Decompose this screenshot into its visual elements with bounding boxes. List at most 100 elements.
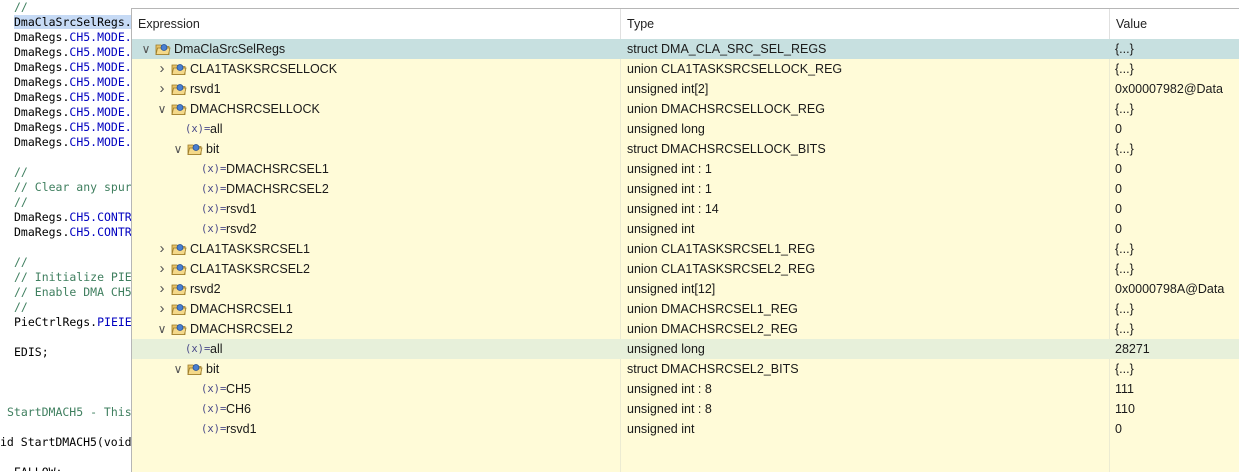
- struct-icon: [187, 364, 203, 375]
- code-editor[interactable]: //DmaClaSrcSelRegs. DmaRegs.CH5.MODE. DmaR…: [0, 0, 140, 471]
- variable-icon: (x)=: [201, 163, 227, 175]
- code-text: DmaRegs.CH5.CONTR: [14, 210, 132, 224]
- expression-name: CH5: [226, 382, 252, 396]
- code-text: EALLOW;: [14, 465, 62, 471]
- expression-value[interactable]: {...}: [1115, 359, 1239, 379]
- header-expression[interactable]: Expression: [132, 9, 620, 39]
- chevron-down-icon[interactable]: ∨: [172, 359, 184, 379]
- expression-type: union DMACHSRCSEL1_REG: [627, 302, 798, 316]
- expression-value[interactable]: {...}: [1115, 39, 1239, 59]
- tree-row[interactable]: ∨ DMACHSRCSEL2 union DMACHSRCSEL2_REG {...}: [132, 319, 1239, 339]
- struct-icon: [171, 64, 187, 75]
- code-line: // Enable DMA CH5: [14, 285, 132, 300]
- expression-value[interactable]: 0: [1115, 159, 1239, 179]
- chevron-right-icon[interactable]: ›: [156, 259, 168, 279]
- expression-value[interactable]: 0: [1115, 119, 1239, 139]
- variable-icon: (x)=: [185, 343, 211, 355]
- code-text: DmaRegs.CH5.MODE.: [14, 90, 132, 104]
- expression-value[interactable]: {...}: [1115, 239, 1239, 259]
- expression-value[interactable]: {...}: [1115, 299, 1239, 319]
- expression-value[interactable]: {...}: [1115, 139, 1239, 159]
- expression-value[interactable]: 0: [1115, 199, 1239, 219]
- chevron-down-icon[interactable]: ∨: [156, 99, 168, 119]
- expression-name: DMACHSRCSEL1: [226, 162, 329, 176]
- expression-value[interactable]: {...}: [1115, 99, 1239, 119]
- code-line: // Initialize PIE: [14, 270, 132, 285]
- chevron-down-icon[interactable]: ∨: [172, 139, 184, 159]
- struct-icon: [187, 144, 203, 155]
- code-text: DmaRegs.CH5.MODE.: [14, 45, 132, 59]
- chevron-right-icon[interactable]: ›: [156, 59, 168, 79]
- expression-value[interactable]: {...}: [1115, 319, 1239, 339]
- header-value[interactable]: Value: [1110, 9, 1239, 39]
- tree-row[interactable]: (x)= DMACHSRCSEL1 unsigned int : 1 0: [132, 159, 1239, 179]
- expression-name: bit: [206, 362, 220, 376]
- tree-row[interactable]: › rsvd2 unsigned int[12] 0x0000798A@Data: [132, 279, 1239, 299]
- expression-value[interactable]: 0x00007982@Data: [1115, 79, 1239, 99]
- expression-value[interactable]: {...}: [1115, 59, 1239, 79]
- expression-value[interactable]: 0: [1115, 419, 1239, 439]
- expression-value[interactable]: 0x0000798A@Data: [1115, 279, 1239, 299]
- code-field: CH5.MODE.: [69, 105, 132, 119]
- expression-name: DMACHSRCSEL1: [190, 302, 293, 316]
- chevron-right-icon[interactable]: ›: [156, 239, 168, 259]
- variable-icon: (x)=: [201, 403, 227, 415]
- tree-row[interactable]: (x)= CH6 unsigned int : 8 110: [132, 399, 1239, 419]
- expression-value[interactable]: {...}: [1115, 259, 1239, 279]
- tree-row[interactable]: › DMACHSRCSEL1 union DMACHSRCSEL1_REG {...}: [132, 299, 1239, 319]
- code-text: DmaClaSrcSelRegs.: [14, 15, 132, 29]
- code-line: EDIS;: [14, 345, 49, 360]
- tree-row[interactable]: (x)= rsvd2 unsigned int 0: [132, 219, 1239, 239]
- chevron-down-icon[interactable]: ∨: [140, 39, 152, 59]
- expression-name: bit: [206, 142, 220, 156]
- tree-row[interactable]: (x)= all unsigned long 28271: [132, 339, 1239, 359]
- tree-row[interactable]: › CLA1TASKSRCSEL1 union CLA1TASKSRCSEL1_RE…: [132, 239, 1239, 259]
- variable-icon: (x)=: [201, 203, 227, 215]
- tree-row[interactable]: ∨ bit struct DMACHSRCSEL2_BITS {...}: [132, 359, 1239, 379]
- expression-name: CLA1TASKSRCSELLOCK: [190, 62, 338, 76]
- tree-row[interactable]: ∨ DMACHSRCSELLOCK union DMACHSRCSELLOCK_RE…: [132, 99, 1239, 119]
- expression-value[interactable]: 111: [1115, 379, 1239, 399]
- code-field: CH5.MODE.: [69, 30, 132, 44]
- expression-name: all: [210, 342, 223, 356]
- expression-type: unsigned int : 1: [627, 182, 712, 196]
- code-text: //: [14, 165, 28, 179]
- header-type[interactable]: Type: [621, 9, 1109, 39]
- code-field: CH5.MODE.: [69, 90, 132, 104]
- tree-row[interactable]: › CLA1TASKSRCSELLOCK union CLA1TASKSRCSELL…: [132, 59, 1239, 79]
- tree-row[interactable]: › rsvd1 unsigned int[2] 0x00007982@Data: [132, 79, 1239, 99]
- chevron-right-icon[interactable]: ›: [156, 79, 168, 99]
- tree-row[interactable]: › CLA1TASKSRCSEL2 union CLA1TASKSRCSEL2_RE…: [132, 259, 1239, 279]
- chevron-right-icon[interactable]: ›: [156, 299, 168, 319]
- expression-name: rsvd2: [190, 282, 221, 296]
- expression-value[interactable]: 28271: [1115, 339, 1239, 359]
- expression-value[interactable]: 0: [1115, 179, 1239, 199]
- code-field: CH5.CONTR: [69, 225, 132, 239]
- tree-row[interactable]: ∨ DmaClaSrcSelRegs struct DMA_CLA_SRC_SEL_…: [132, 39, 1239, 59]
- expression-name: DMACHSRCSEL2: [190, 322, 293, 336]
- expressions-popup[interactable]: Expression Type Value ∨ DmaClaSrcSelRegs s…: [131, 8, 1239, 472]
- expression-value[interactable]: 0: [1115, 219, 1239, 239]
- code-field: CH5.MODE.: [69, 45, 132, 59]
- code-line: DmaRegs.CH5.MODE.: [14, 45, 132, 60]
- tree-row[interactable]: (x)= DMACHSRCSEL2 unsigned int : 1 0: [132, 179, 1239, 199]
- code-line: DmaClaSrcSelRegs.: [14, 15, 132, 30]
- tree-row[interactable]: (x)= rsvd1 unsigned int 0: [132, 419, 1239, 439]
- tree-row[interactable]: (x)= all unsigned long 0: [132, 119, 1239, 139]
- expression-type: struct DMACHSRCSEL2_BITS: [627, 362, 799, 376]
- chevron-right-icon[interactable]: ›: [156, 279, 168, 299]
- code-text: DmaRegs.CH5.MODE.: [14, 105, 132, 119]
- code-line: EALLOW;: [14, 465, 62, 471]
- code-field: CH5.MODE.: [69, 75, 132, 89]
- chevron-down-icon[interactable]: ∨: [156, 319, 168, 339]
- struct-icon: [171, 104, 187, 115]
- expression-value[interactable]: 110: [1115, 399, 1239, 419]
- expression-type: union DMACHSRCSELLOCK_REG: [627, 102, 825, 116]
- expression-type: struct DMACHSRCSELLOCK_BITS: [627, 142, 826, 156]
- expression-type: union CLA1TASKSRCSEL1_REG: [627, 242, 816, 256]
- code-line: DmaRegs.CH5.MODE.: [14, 135, 132, 150]
- tree-row[interactable]: (x)= rsvd1 unsigned int : 14 0: [132, 199, 1239, 219]
- code-text: //: [14, 300, 28, 314]
- tree-row[interactable]: (x)= CH5 unsigned int : 8 111: [132, 379, 1239, 399]
- tree-row[interactable]: ∨ bit struct DMACHSRCSELLOCK_BITS {...}: [132, 139, 1239, 159]
